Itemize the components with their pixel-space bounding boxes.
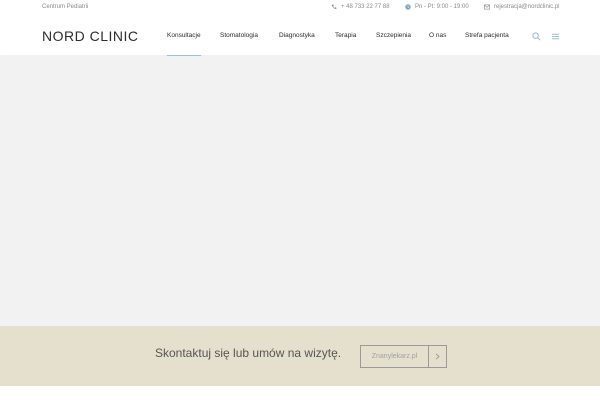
nav-strefa-pacjenta[interactable]: Strefa pacjenta [465,32,509,39]
contact-band-text: Skontaktuj się lub umów na wizytę. [155,346,342,360]
nav-konsultacje[interactable]: Konsultacje [167,32,201,57]
email-address: rejestracja@nordclinic.pl [494,4,560,10]
topbar-email[interactable]: rejestracja@nordclinic.pl [484,4,559,10]
nav-szczepienia[interactable]: Szczepienia [376,32,411,39]
nav-terapia[interactable]: Terapia [335,32,356,39]
nav-diagnostyka[interactable]: Diagnostyka [279,32,315,39]
logo[interactable]: NORD CLINIC [42,28,139,44]
main-header: NORD CLINIC Konsultacje Stomatologia Dia… [0,17,600,57]
nav-o-nas[interactable]: O nas [429,32,446,39]
hamburger-menu-icon[interactable] [551,32,560,41]
topbar-phone[interactable]: + 48 733 22 77 88 [331,4,390,10]
hero-area [0,56,600,326]
chevron-right-icon [428,346,446,367]
search-icon[interactable] [532,32,541,41]
opening-hours: Pn - Pt: 9:00 - 19:00 [415,4,469,10]
topbar-tagline: Centrum Pediatrii [42,4,89,10]
phone-number: + 48 733 22 77 88 [341,4,390,10]
topbar-hours: Pn - Pt: 9:00 - 19:00 [405,4,469,10]
contact-band: Skontaktuj się lub umów na wizytę. Znany… [0,326,600,386]
top-bar: Centrum Pediatrii + 48 733 22 77 88 Pn -… [0,0,600,18]
znanylekarz-button[interactable]: Znanylekarz.pl [360,345,447,368]
nav-stomatologia[interactable]: Stomatologia [220,32,258,39]
phone-icon [331,4,337,9]
znanylekarz-button-label: Znanylekarz.pl [371,353,418,360]
mail-icon [484,4,490,10]
clock-icon [405,4,411,10]
